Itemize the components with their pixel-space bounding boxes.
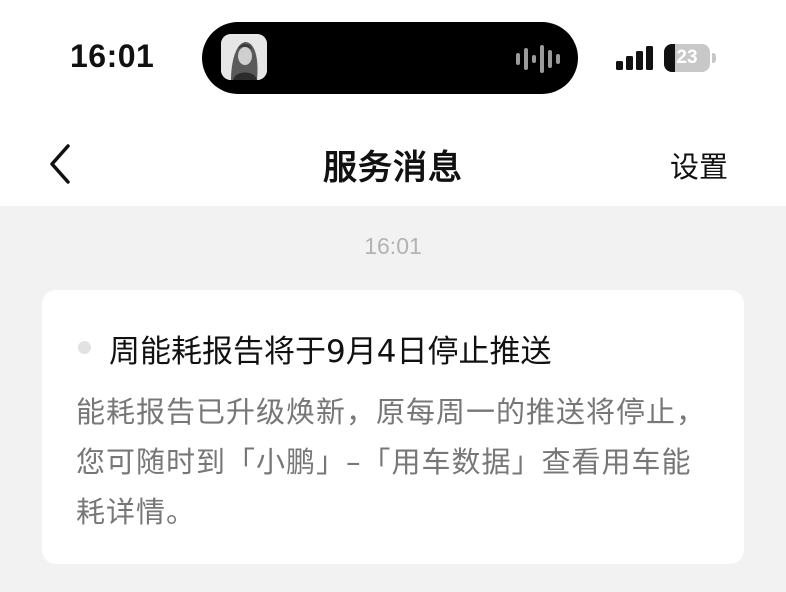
album-art-thumbnail[interactable] (221, 34, 267, 80)
message-card[interactable]: 周能耗报告将于9月4日停止推送 能耗报告已升级焕新，原每周一的推送将停止，您可随… (42, 290, 744, 564)
message-body: 能耗报告已升级焕新，原每周一的推送将停止，您可随时到「小鹏」–「用车数据」查看用… (76, 395, 707, 529)
battery-indicator: 23 (664, 44, 716, 72)
status-bar: 16:01 23 (0, 0, 786, 112)
page-title: 服务消息 (323, 148, 463, 188)
dynamic-island[interactable] (202, 22, 578, 94)
bullet-dot (78, 341, 91, 354)
battery-level: 23 (676, 47, 698, 68)
navigation-bar: 服务消息 设置 (0, 112, 786, 206)
battery-tip (712, 53, 716, 63)
settings-button[interactable]: 设置 (670, 144, 728, 186)
battery-body: 23 (664, 44, 710, 72)
message-title: 周能耗报告将于9月4日停止推送 (109, 334, 552, 370)
status-time: 16:01 (70, 38, 155, 74)
audio-waveform-icon (516, 44, 560, 74)
message-timestamp: 16:01 (364, 233, 422, 259)
cellular-signal-icon (616, 46, 656, 70)
